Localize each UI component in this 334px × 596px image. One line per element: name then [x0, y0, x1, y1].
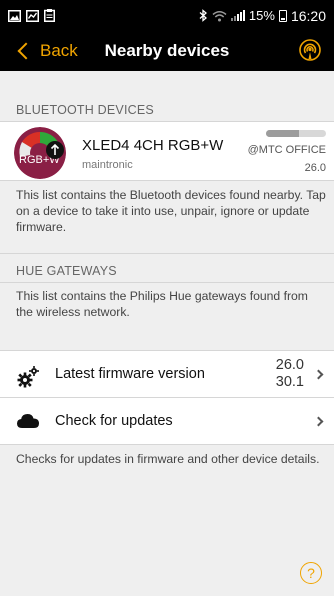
device-avatar: RGB+W — [14, 127, 66, 179]
latest-firmware-value-1: 26.0 — [275, 357, 304, 373]
broadcast-icon — [299, 39, 321, 61]
image-icon — [8, 9, 21, 22]
device-signal-bar — [266, 130, 326, 137]
hue-divider — [0, 282, 334, 283]
device-maker: maintronic — [82, 159, 133, 171]
bluetooth-icon — [199, 9, 208, 22]
hue-section-header: HUE GATEWAYS — [16, 264, 117, 278]
clock: 16:20 — [290, 7, 326, 24]
broadcast-button[interactable] — [298, 39, 322, 63]
wifi-icon — [212, 10, 227, 22]
chevron-right-icon — [313, 416, 324, 426]
chevron-left-icon — [17, 42, 35, 60]
status-right: 15% 16:20 — [199, 8, 326, 24]
check-updates-label: Check for updates — [55, 413, 173, 429]
clipboard-icon — [44, 9, 55, 22]
device-signal-fill — [266, 130, 299, 137]
latest-firmware-row[interactable]: Latest firmware version 26.0 30.1 — [0, 350, 334, 397]
cloud-icon — [17, 414, 39, 428]
signal-icon — [230, 10, 245, 21]
bluetooth-description: This list contains the Bluetooth devices… — [16, 188, 326, 234]
chevron-right-icon — [313, 369, 324, 379]
battery-icon — [278, 9, 287, 22]
bluetooth-section-header: BLUETOOTH DEVICES — [16, 103, 154, 117]
device-version: 26.0 — [304, 162, 326, 174]
check-updates-row[interactable]: Check for updates — [0, 398, 334, 445]
help-button[interactable]: ? — [300, 562, 322, 584]
battery-percent: 15% — [248, 8, 275, 23]
chart-icon — [26, 9, 39, 22]
status-bar: 15% 16:20 — [0, 0, 334, 31]
device-location: @MTC OFFICE — [247, 144, 326, 156]
navigation-bar: Back Nearby devices — [0, 31, 334, 71]
device-row[interactable]: RGB+W XLED4 4CH RGB+W maintronic @MTC OF… — [0, 121, 334, 181]
back-button[interactable]: Back — [0, 31, 78, 71]
latest-firmware-values: 26.0 30.1 — [276, 357, 304, 391]
latest-firmware-value-2: 30.1 — [275, 374, 304, 390]
back-label: Back — [40, 41, 78, 60]
gears-icon — [17, 366, 39, 388]
status-left — [8, 9, 55, 22]
hue-description: This list contains the Philips Hue gatew… — [16, 289, 308, 319]
firmware-description: Checks for updates in firmware and other… — [16, 452, 320, 466]
latest-firmware-label: Latest firmware version — [55, 366, 205, 382]
device-name: XLED4 4CH RGB+W — [82, 137, 224, 154]
